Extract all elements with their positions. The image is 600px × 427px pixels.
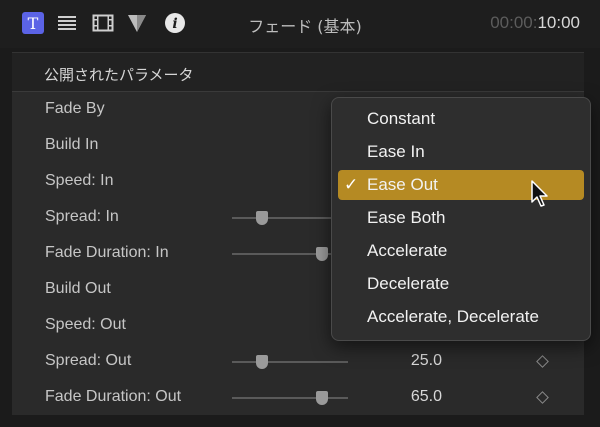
- section-title: 公開されたパラメータ: [44, 66, 194, 84]
- spread-in-slider-knob[interactable]: [256, 211, 268, 225]
- param-spread-out: Spread: Out 25.0: [12, 344, 584, 380]
- published-parameters-header[interactable]: 公開されたパラメータ: [12, 55, 584, 91]
- keyframe-diamond-icon[interactable]: [536, 391, 549, 404]
- menu-item-label: Constant: [367, 109, 436, 128]
- spread-out-slider-knob[interactable]: [256, 355, 268, 369]
- speed-popup-menu: Constant Ease In ✓ Ease Out Ease Both Ac…: [331, 97, 591, 341]
- param-label: Spread: Out: [45, 352, 132, 369]
- param-label: Speed: Out: [45, 316, 126, 333]
- text-inspector-icon[interactable]: T: [22, 12, 44, 34]
- checkmark-icon: ✓: [344, 175, 359, 195]
- menu-item-label: Ease Both: [367, 208, 446, 227]
- param-label: Build Out: [45, 280, 111, 297]
- lines-icon[interactable]: [56, 12, 78, 34]
- fade-duration-out-slider-track[interactable]: [232, 397, 348, 399]
- fade-duration-out-slider-knob[interactable]: [316, 391, 328, 405]
- film-icon[interactable]: [92, 12, 114, 34]
- menu-item-label: Accelerate: [367, 241, 448, 260]
- spread-out-slider-track[interactable]: [232, 361, 348, 363]
- fade-duration-in-slider-knob[interactable]: [316, 247, 328, 261]
- menu-item-accelerate[interactable]: Accelerate: [338, 236, 584, 266]
- param-label: Speed: In: [45, 172, 114, 189]
- info-icon[interactable]: i: [164, 12, 186, 34]
- timecode: 00:00:10:00: [490, 13, 580, 33]
- shape-icon[interactable]: [126, 12, 148, 34]
- param-label: Fade By: [45, 100, 105, 117]
- menu-item-constant[interactable]: Constant: [338, 104, 584, 134]
- param-label: Fade Duration: Out: [45, 388, 182, 405]
- spread-out-value[interactable]: 25.0: [372, 352, 442, 370]
- timecode-prefix: 00:00:: [490, 13, 538, 32]
- inspector-title: フェード (基本): [248, 17, 362, 36]
- param-label: Fade Duration: In: [45, 244, 169, 261]
- fade-duration-out-value[interactable]: 65.0: [372, 388, 442, 406]
- keyframe-diamond-icon[interactable]: [536, 355, 549, 368]
- info-icon-glyph: i: [172, 16, 177, 32]
- menu-item-label: Ease In: [367, 142, 425, 161]
- param-label: Build In: [45, 136, 99, 153]
- menu-item-label: Decelerate: [367, 274, 450, 293]
- mouse-pointer-icon: [531, 180, 548, 207]
- menu-item-label: Ease Out: [367, 175, 438, 194]
- param-fade-duration-out: Fade Duration: Out 65.0: [12, 380, 584, 416]
- text-icon-glyph: T: [27, 13, 39, 33]
- inspector-toolbar: T i フェード (基本) 00:00:10:00: [0, 0, 600, 48]
- param-label: Spread: In: [45, 208, 119, 225]
- menu-item-accelerate-decelerate[interactable]: Accelerate, Decelerate: [338, 302, 584, 332]
- menu-item-ease-in[interactable]: Ease In: [338, 137, 584, 167]
- timecode-value: 10:00: [537, 13, 580, 32]
- menu-item-decelerate[interactable]: Decelerate: [338, 269, 584, 299]
- menu-item-label: Accelerate, Decelerate: [367, 307, 539, 326]
